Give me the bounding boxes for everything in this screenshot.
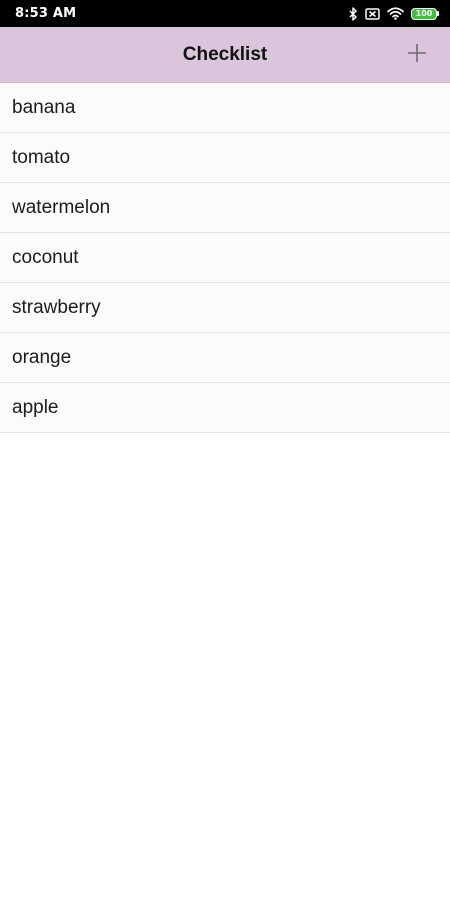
- plus-icon: [407, 43, 427, 68]
- add-item-button[interactable]: [402, 40, 432, 70]
- bluetooth-icon: [349, 6, 358, 21]
- list-item[interactable]: coconut: [0, 233, 450, 283]
- app-bar: Checklist: [0, 27, 450, 83]
- status-time: 8:53 AM: [15, 6, 77, 21]
- sim-icon: [365, 7, 380, 20]
- status-bar: 8:53 AM 100: [0, 0, 450, 27]
- page-title: Checklist: [182, 44, 268, 65]
- list-item[interactable]: banana: [0, 83, 450, 133]
- battery-tip: [437, 11, 439, 16]
- list-item[interactable]: apple: [0, 383, 450, 433]
- battery-icon: 100: [411, 7, 439, 20]
- list-item[interactable]: strawberry: [0, 283, 450, 333]
- battery-level: 100: [411, 7, 437, 20]
- checklist: banana tomato watermelon coconut strawbe…: [0, 83, 450, 433]
- wifi-icon: [387, 7, 404, 20]
- status-icons: 100: [349, 6, 439, 21]
- list-item[interactable]: orange: [0, 333, 450, 383]
- list-item[interactable]: tomato: [0, 133, 450, 183]
- list-item[interactable]: watermelon: [0, 183, 450, 233]
